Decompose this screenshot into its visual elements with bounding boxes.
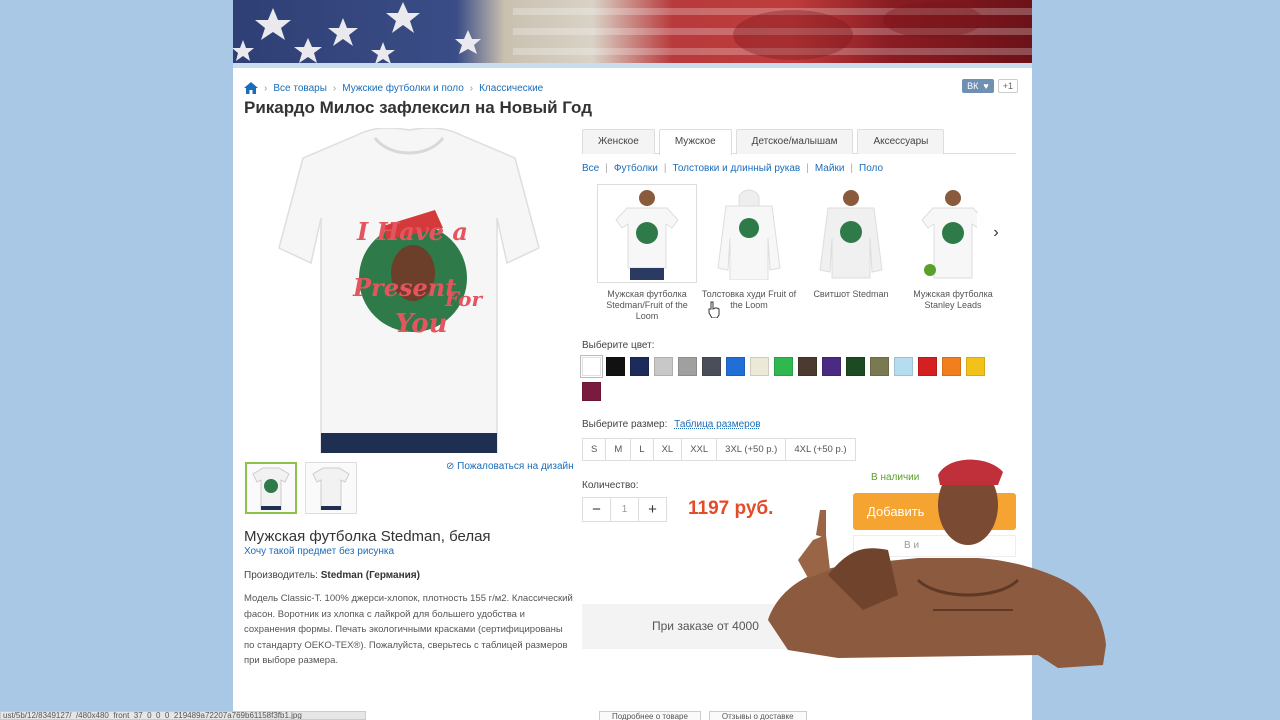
variant-image (699, 184, 799, 283)
product-image[interactable]: I Have a Present For You (275, 127, 543, 454)
thumbnail-back[interactable] (305, 462, 357, 514)
variant-image (801, 184, 901, 283)
breadcrumb-separator: › (264, 82, 268, 94)
color-swatch[interactable] (966, 357, 985, 376)
color-label: Выберите цвет: (582, 340, 655, 351)
variant-image (597, 184, 697, 283)
print-text-line3: For (444, 287, 483, 311)
size-label-text: Выберите размер: (582, 419, 668, 430)
plus-one-button[interactable]: +1 (997, 79, 1018, 93)
color-swatch[interactable] (580, 355, 603, 378)
variant-caption: Свитшот Stedman (813, 289, 889, 299)
subcategory-links: Все | Футболки | Толстовки и длинный рукав… (582, 163, 883, 174)
size-s[interactable]: S (582, 438, 607, 461)
maker-value: Stedman (Германия) (320, 570, 420, 581)
quantity-label: Количество: (582, 480, 639, 491)
print-text-line2: Present (352, 273, 456, 302)
size-xxl[interactable]: XXL (681, 438, 718, 461)
thumbnail-front[interactable] (245, 462, 297, 514)
variant-sweatshirt[interactable]: Свитшот Stedman (800, 184, 902, 322)
color-swatches (580, 355, 1002, 401)
social-share: ВК ♥ +1 (962, 79, 1018, 93)
color-swatch[interactable] (582, 382, 601, 401)
page-title: Рикардо Милос зафлексил на Новый Год (244, 98, 593, 117)
no-print-link[interactable]: Хочу такой предмет без рисунка (244, 546, 394, 557)
maker-label: Производитель: (244, 570, 318, 581)
color-swatch[interactable] (606, 357, 625, 376)
quantity-input[interactable]: 1 (610, 497, 639, 522)
tab-delivery-reviews[interactable]: Отзывы о доставке (708, 711, 807, 720)
breadcrumb-classic[interactable]: Классические (479, 83, 543, 94)
color-swatch[interactable] (846, 357, 865, 376)
color-swatch[interactable] (894, 357, 913, 376)
chevron-right-icon[interactable]: › (977, 213, 1015, 253)
tab-men[interactable]: Мужское (658, 129, 732, 155)
browser-status-url: ust/5b/12/8349127/_/480x480_front_37_0_0… (0, 711, 366, 720)
home-icon[interactable] (244, 82, 258, 94)
quantity-plus-button[interactable]: + (638, 497, 667, 522)
separator: | (605, 163, 608, 174)
product-description: Модель Classic-T. 100% джерси-хлопок, пл… (244, 593, 573, 666)
print-text-line1: I Have a (356, 217, 468, 246)
size-l[interactable]: L (630, 438, 654, 461)
subcat-tees[interactable]: Футболки (614, 163, 658, 174)
color-swatch[interactable] (774, 357, 793, 376)
size-label: Выберите размер: Таблица размеров (582, 419, 761, 430)
banner-divider (233, 63, 1032, 68)
color-swatch[interactable] (798, 357, 817, 376)
breadcrumb: › Все товары › Мужские футболки и поло ›… (244, 82, 543, 94)
color-swatch[interactable] (654, 357, 673, 376)
print-text-line4: You (395, 309, 448, 339)
flag-banner (233, 0, 1032, 66)
tab-kids[interactable]: Детское/малышам (735, 129, 854, 154)
vk-share-button[interactable]: ВК ♥ (962, 79, 994, 93)
separator: | (806, 163, 809, 174)
color-swatch[interactable] (702, 357, 721, 376)
heart-icon: ♥ (983, 81, 989, 91)
subcat-hoodies[interactable]: Толстовки и длинный рукав (673, 163, 801, 174)
breadcrumb-separator: › (332, 82, 337, 94)
color-swatch[interactable] (822, 357, 841, 376)
quantity-minus-button[interactable]: − (582, 497, 611, 522)
variant-caption: Мужская футболка Stedman/Fruit of the Lo… (606, 289, 688, 321)
overlay-figure (768, 459, 1106, 668)
tab-women[interactable]: Женское (582, 129, 655, 154)
color-swatch[interactable] (630, 357, 649, 376)
variant-caption: Мужская футболка Stanley Leads (913, 289, 993, 310)
color-swatch[interactable] (918, 357, 937, 376)
color-swatch[interactable] (870, 357, 889, 376)
breadcrumb-separator: › (469, 82, 474, 94)
complain-link[interactable]: ⊘ Пожаловаться на дизайн (446, 461, 574, 472)
quantity-stepper: − 1 + (582, 497, 667, 522)
separator: | (663, 163, 667, 174)
breadcrumb-mens-tees[interactable]: Мужские футболки и поло (342, 83, 464, 94)
bottom-tabs: Подробнее о товаре Отзывы о доставке (599, 711, 807, 720)
size-m[interactable]: M (605, 438, 632, 461)
separator: | (850, 163, 854, 174)
subcat-polo[interactable]: Поло (859, 163, 883, 174)
size-xl[interactable]: XL (652, 438, 683, 461)
vk-label: ВК (967, 81, 979, 91)
variant-stedman-tee[interactable]: Мужская футболка Stedman/Fruit of the Lo… (596, 184, 698, 322)
product-name: Мужская футболка Stedman, белая (244, 528, 491, 545)
tab-accessories[interactable]: Аксессуары (857, 129, 945, 154)
tab-product-details[interactable]: Подробнее о товаре (599, 711, 701, 720)
subcat-tanks[interactable]: Майки (815, 163, 845, 174)
breadcrumb-all-products[interactable]: Все товары (273, 83, 327, 94)
size-table-link[interactable]: Таблица размеров (674, 419, 760, 430)
gender-tabs: Женское Мужское Детское/малышам Аксессуа… (582, 129, 1016, 155)
product-variants: Мужская футболка Stedman/Fruit of the Lo… (596, 184, 1004, 322)
price: 1197 руб. (688, 498, 774, 519)
image-thumbnails (245, 462, 357, 514)
hand-cursor-icon (708, 301, 720, 318)
color-swatch[interactable] (678, 357, 697, 376)
manufacturer: Производитель: Stedman (Германия) (244, 570, 420, 581)
subcat-all[interactable]: Все (582, 163, 599, 174)
color-swatch[interactable] (942, 357, 961, 376)
color-swatch[interactable] (750, 357, 769, 376)
color-swatch[interactable] (726, 357, 745, 376)
variant-stanley-tee[interactable]: Мужская футболка Stanley Leads (902, 184, 1004, 322)
